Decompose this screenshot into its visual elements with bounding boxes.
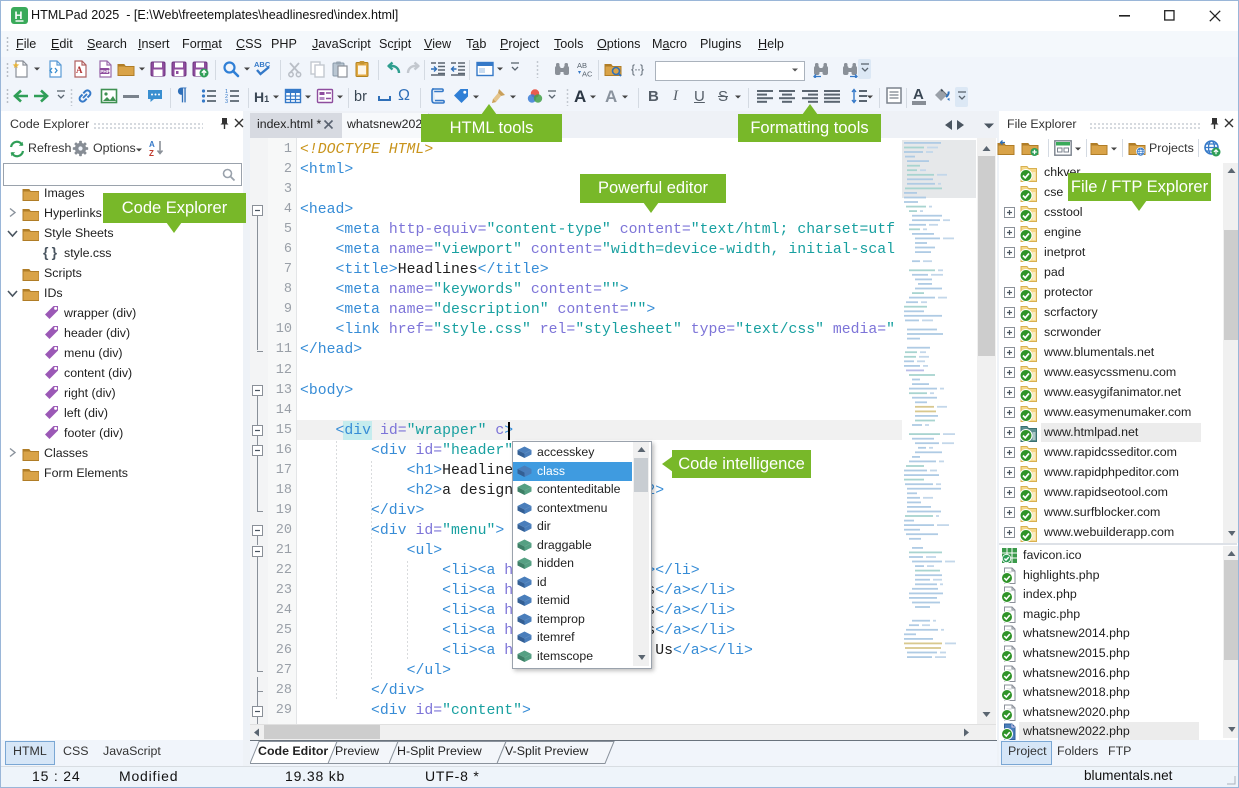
svg-text:Z: Z bbox=[149, 149, 154, 157]
svg-text:H: H bbox=[15, 10, 23, 22]
svg-text:A: A bbox=[149, 140, 155, 149]
svg-text:AC: AC bbox=[582, 70, 593, 79]
svg-text:3: 3 bbox=[225, 99, 228, 105]
svg-text:A: A bbox=[76, 65, 83, 75]
svg-text:PHP: PHP bbox=[100, 69, 111, 75]
